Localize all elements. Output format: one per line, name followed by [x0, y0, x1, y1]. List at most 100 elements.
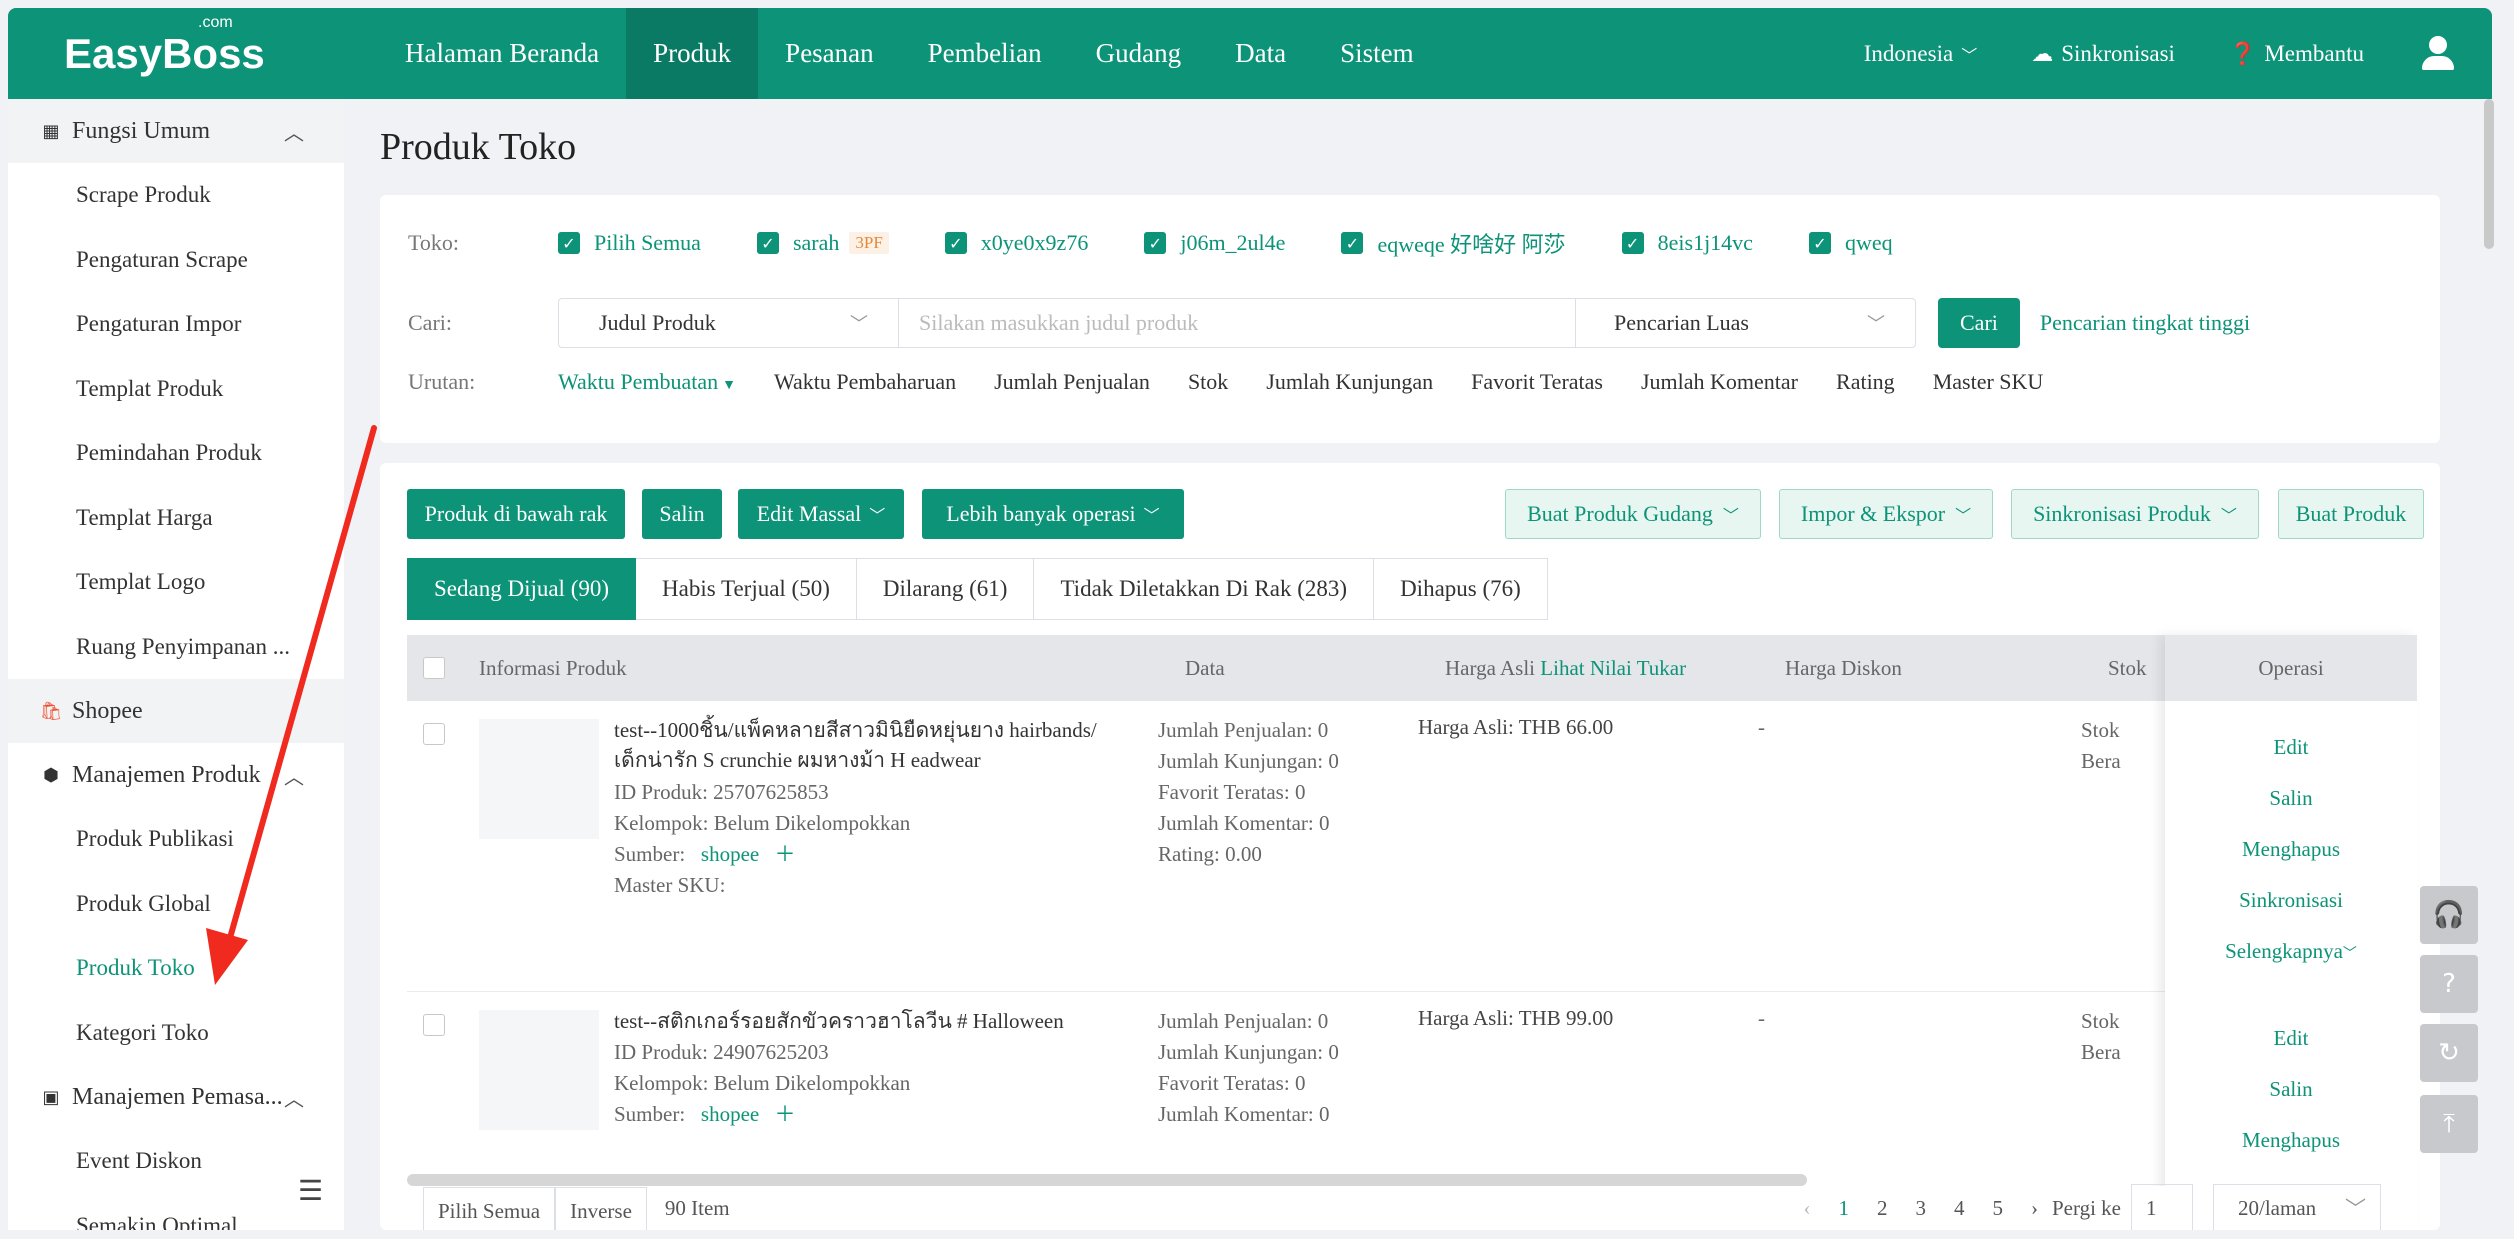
inverse-button[interactable]: Inverse — [555, 1187, 647, 1230]
selengkapnya-link[interactable]: Selengkapnya﹀ — [2165, 939, 2417, 964]
sidebar-item-pengaturan-scrape[interactable]: Pengaturan Scrape — [8, 228, 344, 293]
product-title[interactable]: test--1000ชิ้น/แพ็คหลายสีสาวมินิยืดหยุ่น… — [614, 715, 1134, 775]
search-input[interactable]: Silakan masukkan judul produk — [899, 299, 1575, 347]
sidebar-item-produk-publikasi[interactable]: Produk Publikasi — [8, 807, 344, 872]
sidebar-group-manajemen-pemasaran[interactable]: ▣ Manajemen Pemasa... ︿ — [8, 1065, 344, 1129]
refresh-icon[interactable]: ↻ — [2420, 1024, 2478, 1082]
menghapus-link[interactable]: Menghapus — [2165, 837, 2417, 862]
nav-beranda[interactable]: Halaman Beranda — [378, 8, 626, 99]
salin-button[interactable]: Salin — [642, 489, 722, 539]
tab-dilarang[interactable]: Dilarang (61) — [856, 558, 1035, 620]
region-selector[interactable]: Indonesia ﹀ — [1864, 41, 1977, 67]
sidebar-item-produk-toko[interactable]: Produk Toko — [8, 936, 344, 1001]
nav-sistem[interactable]: Sistem — [1313, 8, 1441, 99]
product-title[interactable]: test--สติกเกอร์รอยสักขัวคราวฮาโลวีน # Ha… — [614, 1006, 1134, 1036]
sort-waktu-pembuatan[interactable]: Waktu Pembuatan ▼ — [558, 369, 736, 395]
sidebar-group-shopee[interactable]: 🛍 Shopee — [8, 679, 344, 743]
edit-link[interactable]: Edit — [2165, 1026, 2417, 1051]
scroll-top-icon[interactable]: ⤒ — [2420, 1095, 2478, 1153]
plus-icon[interactable]: ＋ — [775, 1102, 796, 1126]
sort-jumlah-penjualan[interactable]: Jumlah Penjualan — [994, 369, 1150, 395]
tab-sedang-dijual[interactable]: Sedang Dijual (90) — [407, 558, 637, 620]
page-2[interactable]: 2 — [1877, 1196, 1888, 1221]
nav-pesanan[interactable]: Pesanan — [758, 8, 900, 99]
select-all-checkbox[interactable] — [423, 657, 445, 679]
nav-produk[interactable]: Produk — [626, 8, 759, 99]
store-checkbox-eqweqe[interactable]: ✓ eqweqe 好啥好 阿莎 — [1341, 227, 1566, 259]
row-checkbox[interactable] — [423, 1014, 445, 1036]
nav-pembelian[interactable]: Pembelian — [901, 8, 1069, 99]
sidebar-item-templat-produk[interactable]: Templat Produk — [8, 357, 344, 422]
produk-bawah-rak-button[interactable]: Produk di bawah rak — [407, 489, 625, 539]
help-doc-icon[interactable]: ? — [2420, 955, 2478, 1013]
sinkronisasi-produk-button[interactable]: Sinkronisasi Produk ﹀ — [2011, 489, 2259, 539]
advanced-search-link[interactable]: Pencarian tingkat tinggi — [2040, 310, 2250, 336]
sort-jumlah-komentar[interactable]: Jumlah Komentar — [1641, 369, 1798, 395]
search-button[interactable]: Cari — [1938, 298, 2020, 348]
sort-master-sku[interactable]: Master SKU — [1933, 369, 2044, 395]
search-field-select[interactable]: Judul Produk ﹀ — [559, 299, 899, 347]
sidebar-item-pengaturan-impor[interactable]: Pengaturan Impor — [8, 292, 344, 357]
sinkronisasi-link[interactable]: Sinkronisasi — [2165, 888, 2417, 913]
goto-page-input[interactable]: 1 — [2131, 1184, 2193, 1230]
plus-icon[interactable]: ＋ — [775, 842, 796, 866]
sync-button[interactable]: ☁ Sinkronisasi — [2031, 41, 2175, 67]
sidebar-item-semakin-optimal[interactable]: Semakin Optimal... — [8, 1194, 344, 1230]
page-5[interactable]: 5 — [1992, 1196, 2003, 1221]
sidebar-item-kategori-toko[interactable]: Kategori Toko — [8, 1001, 344, 1066]
sidebar-item-templat-harga[interactable]: Templat Harga — [8, 486, 344, 551]
store-checkbox-qweq[interactable]: ✓ qweq — [1808, 230, 1893, 256]
tab-tidak-diletakkan[interactable]: Tidak Diletakkan Di Rak (283) — [1034, 558, 1375, 620]
help-button[interactable]: ❓ Membantu — [2229, 41, 2364, 67]
sort-jumlah-kunjungan[interactable]: Jumlah Kunjungan — [1266, 369, 1433, 395]
nav-data[interactable]: Data — [1208, 8, 1313, 99]
lihat-nilai-tukar-link[interactable]: Lihat Nilai Tukar — [1540, 656, 1686, 680]
sidebar-item-event-diskon[interactable]: Event Diskon — [8, 1129, 344, 1194]
impor-ekspor-button[interactable]: Impor & Ekspor ﹀ — [1779, 489, 1993, 539]
sort-rating[interactable]: Rating — [1836, 369, 1895, 395]
page-1[interactable]: 1 — [1838, 1196, 1849, 1221]
sort-favorit-teratas[interactable]: Favorit Teratas — [1471, 369, 1603, 395]
store-checkbox-x0ye0x9z76[interactable]: ✓ x0ye0x9z76 — [944, 230, 1088, 256]
pilih-semua-button[interactable]: Pilih Semua — [423, 1187, 556, 1230]
edit-massal-button[interactable]: Edit Massal ﹀ — [738, 489, 904, 539]
buat-produk-button[interactable]: Buat Produk — [2278, 489, 2424, 539]
edit-link[interactable]: Edit — [2165, 735, 2417, 760]
nav-gudang[interactable]: Gudang — [1069, 8, 1208, 99]
tab-dihapus[interactable]: Dihapus (76) — [1374, 558, 1548, 620]
product-thumbnail[interactable] — [479, 1010, 599, 1130]
product-thumbnail[interactable] — [479, 719, 599, 839]
headset-support-icon[interactable]: 🎧 — [2420, 886, 2478, 944]
sidebar-item-ruang-penyimpanan[interactable]: Ruang Penyimpanan ... — [8, 615, 344, 680]
tab-habis-terjual[interactable]: Habis Terjual (50) — [636, 558, 857, 620]
per-page-select[interactable]: 20/laman ﹀ — [2213, 1184, 2381, 1230]
buat-produk-gudang-button[interactable]: Buat Produk Gudang ﹀ — [1505, 489, 1761, 539]
search-mode-select[interactable]: Pencarian Luas ﹀ — [1575, 299, 1915, 347]
sort-waktu-pembaharuan[interactable]: Waktu Pembaharuan — [774, 369, 956, 395]
page-3[interactable]: 3 — [1915, 1196, 1926, 1221]
sidebar-item-produk-global[interactable]: Produk Global — [8, 872, 344, 937]
user-avatar-icon[interactable] — [2418, 34, 2458, 74]
store-checkbox-sarah[interactable]: ✓ sarah 3PF — [756, 230, 889, 256]
salin-link[interactable]: Salin — [2165, 1077, 2417, 1102]
menghapus-link[interactable]: Menghapus — [2165, 1128, 2417, 1153]
next-page-icon[interactable]: › — [2031, 1196, 2038, 1221]
collapse-menu-icon[interactable]: ☰ — [298, 1174, 323, 1208]
sort-stok[interactable]: Stok — [1188, 369, 1228, 395]
salin-link[interactable]: Salin — [2165, 786, 2417, 811]
page-4[interactable]: 4 — [1954, 1196, 1965, 1221]
horizontal-scrollbar[interactable] — [407, 1174, 1807, 1186]
sidebar-item-pemindahan-produk[interactable]: Pemindahan Produk — [8, 421, 344, 486]
sidebar-group-manajemen-produk[interactable]: ⬢ Manajemen Produk ︿ — [8, 743, 344, 807]
store-checkbox-j06m[interactable]: ✓ j06m_2ul4e — [1144, 230, 1285, 256]
sidebar-group-fungsi-umum[interactable]: ▦ Fungsi Umum ︿ — [8, 99, 344, 163]
sidebar-item-templat-logo[interactable]: Templat Logo — [8, 550, 344, 615]
store-checkbox-8eis1j14vc[interactable]: ✓ 8eis1j14vc — [1621, 230, 1753, 256]
row-checkbox[interactable] — [423, 723, 445, 745]
lebih-banyak-operasi-button[interactable]: Lebih banyak operasi ﹀ — [922, 489, 1184, 539]
vertical-scrollbar[interactable] — [2484, 99, 2494, 249]
prev-page-icon[interactable]: ‹ — [1803, 1196, 1810, 1221]
sidebar-item-scrape-produk[interactable]: Scrape Produk — [8, 163, 344, 228]
store-checkbox-all[interactable]: ✓ Pilih Semua — [558, 230, 701, 256]
easyboss-logo[interactable]: EasyBoss .com — [8, 14, 265, 78]
